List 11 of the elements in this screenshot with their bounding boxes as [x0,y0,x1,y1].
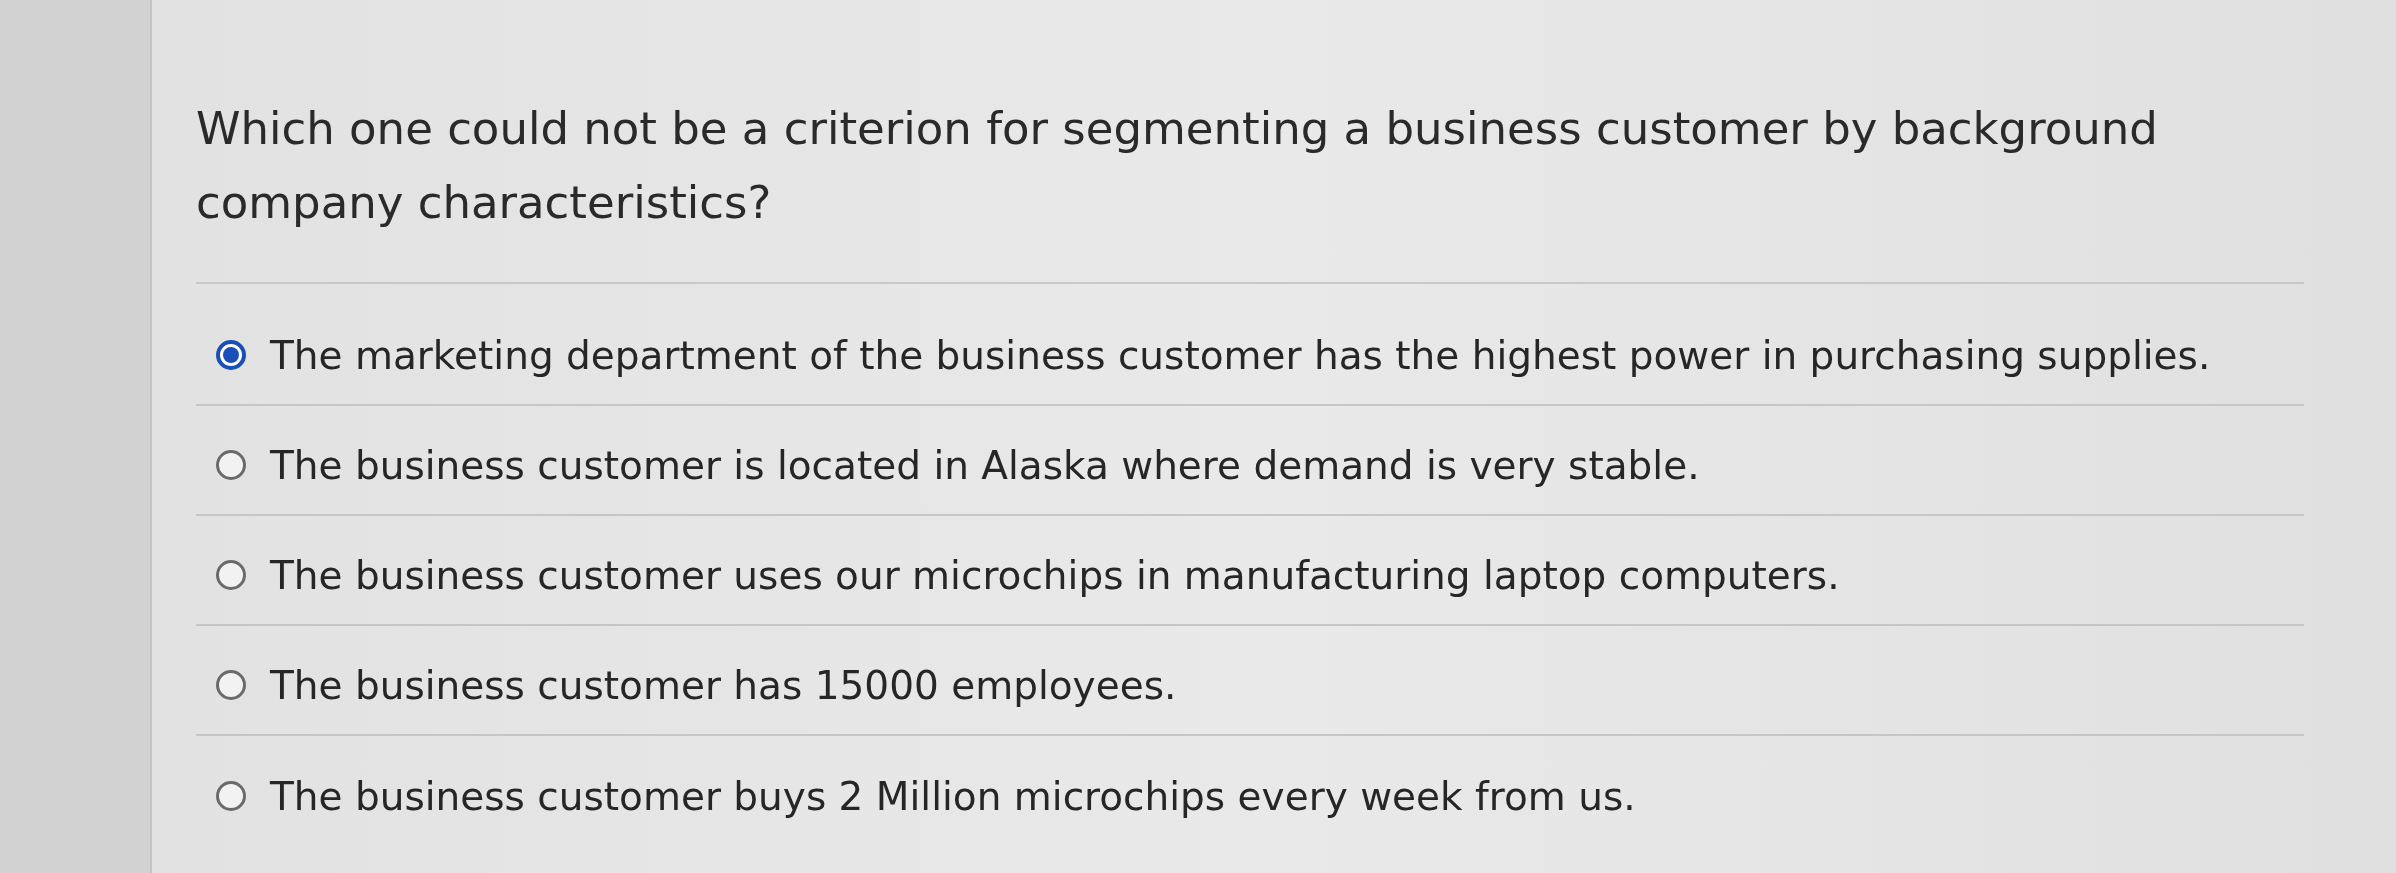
radio-button[interactable] [216,340,246,370]
option-label[interactable]: The marketing department of the business customer has the highest power in purchasing supplies. [270,332,2211,378]
option-label[interactable]: The business customer buys 2 Million microchips every week from us. [270,773,1636,819]
option-label[interactable]: The business customer is located in Alaska where demand is very stable. [270,442,1700,488]
radio-button[interactable] [216,670,246,700]
option-label[interactable]: The business customer has 15000 employees. [270,662,1177,708]
radio-button[interactable] [216,781,246,811]
question-text: Which one could not be a criterion for segmenting a business customer by background company characteristics? [196,92,2304,284]
option-label[interactable]: The business customer uses our microchips in manufacturing laptop computers. [270,552,1840,598]
radio-button[interactable] [216,450,246,480]
radio-button[interactable] [216,560,246,590]
